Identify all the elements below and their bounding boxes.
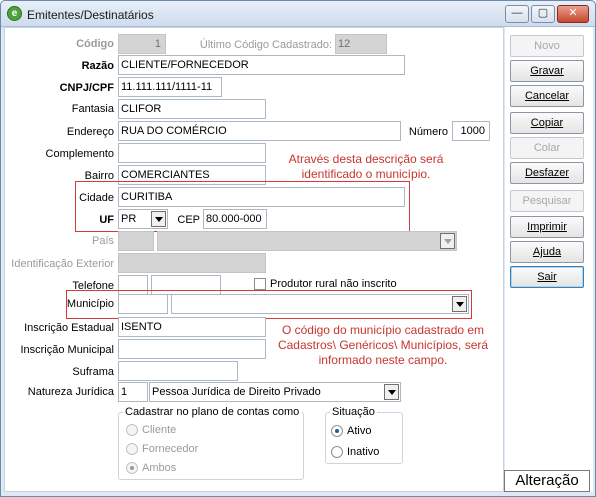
uf-value: PR xyxy=(121,213,137,225)
produtor-rural-label: Produtor rural não inscrito xyxy=(270,278,397,290)
plano-contas-title: Cadastrar no plano de contas como xyxy=(123,406,302,418)
window-title: Emitentes/Destinatários xyxy=(27,8,154,22)
ultimo-codigo-field: 12 xyxy=(335,34,387,54)
radio-ativo[interactable] xyxy=(331,425,343,437)
natureza-select[interactable]: Pessoa Jurídica de Direito Privado xyxy=(149,382,401,402)
app-logo-icon: e xyxy=(7,6,22,21)
municipio-select[interactable] xyxy=(171,294,469,314)
ajuda-button[interactable]: Ajuda xyxy=(510,241,584,263)
produtor-rural-checkbox[interactable] xyxy=(254,278,266,290)
cidade-label: Cidade xyxy=(79,192,114,204)
chevron-down-icon xyxy=(440,233,455,249)
complemento-label: Complemento xyxy=(45,148,114,160)
cep-input[interactable]: 80.000-000 xyxy=(203,209,267,229)
minimize-button[interactable]: — xyxy=(505,5,529,23)
sair-button[interactable]: Sair xyxy=(510,266,584,288)
cnpj-label: CNPJ/CPF xyxy=(59,82,114,94)
cidade-input[interactable]: CURITIBA xyxy=(118,187,405,207)
chevron-down-icon[interactable] xyxy=(452,296,467,312)
inscricao-estadual-label: Inscrição Estadual xyxy=(24,322,114,334)
colar-button[interactable]: Colar xyxy=(510,137,584,159)
pais-select xyxy=(157,231,457,251)
id-exterior-field xyxy=(118,253,266,273)
radio-fornecedor-label: Fornecedor xyxy=(142,443,199,455)
imprimir-button[interactable]: Imprimir xyxy=(510,216,584,238)
inscricao-municipal-input[interactable] xyxy=(118,339,266,359)
cidade-note-line2: identificado o município. xyxy=(301,167,431,181)
endereco-label: Endereço xyxy=(66,126,114,138)
cnpj-input[interactable]: 11.111.111/1111-11 xyxy=(118,77,222,97)
maximize-button[interactable]: ▢ xyxy=(531,5,555,23)
inscricao-estadual-input[interactable]: ISENTO xyxy=(118,317,266,337)
copiar-button[interactable]: Copiar xyxy=(510,112,584,134)
uf-select[interactable]: PR xyxy=(118,209,168,229)
pais-code-field xyxy=(118,231,154,251)
suframa-input[interactable] xyxy=(118,361,238,381)
chevron-down-icon[interactable] xyxy=(151,211,166,227)
natureza-code-input[interactable]: 1 xyxy=(118,382,148,402)
radio-inativo-label: Inativo xyxy=(347,446,380,458)
id-exterior-label: Identificação Exterior xyxy=(11,258,114,270)
cep-label: CEP xyxy=(177,214,200,226)
radio-ambos-label: Ambos xyxy=(142,462,177,474)
codigo-field: 1 xyxy=(118,34,166,54)
municipio-note-line3: informado neste campo. xyxy=(318,353,448,367)
pais-label: País xyxy=(91,235,114,247)
municipio-note-line1: O código do município cadastrado em xyxy=(281,323,485,337)
municipio-note: O código do município cadastrado em Cada… xyxy=(268,323,498,368)
uf-label: UF xyxy=(99,214,114,226)
radio-ambos xyxy=(126,462,138,474)
radio-inativo[interactable] xyxy=(331,446,343,458)
cancelar-button[interactable]: Cancelar xyxy=(510,85,584,107)
complemento-input[interactable] xyxy=(118,143,266,163)
endereco-input[interactable]: RUA DO COMÉRCIO xyxy=(118,121,401,141)
numero-input[interactable]: 1000 xyxy=(452,121,490,141)
radio-fornecedor xyxy=(126,443,138,455)
desfazer-button[interactable]: Desfazer xyxy=(510,162,584,184)
situacao-title: Situação xyxy=(330,406,377,418)
municipio-note-line2: Cadastros\ Genéricos\ Municípios, será xyxy=(277,338,489,352)
razao-label: Razão xyxy=(81,60,114,72)
suframa-label: Suframa xyxy=(72,366,114,378)
natureza-label: Natureza Jurídica xyxy=(27,386,114,398)
radio-ativo-label: Ativo xyxy=(347,425,372,437)
inscricao-municipal-label: Inscrição Municipal xyxy=(20,344,114,356)
ultimo-codigo-label: Último Código Cadastrado: xyxy=(199,39,332,51)
municipio-code-input[interactable] xyxy=(118,294,168,314)
razao-input[interactable]: CLIENTE/FORNECEDOR xyxy=(118,55,405,75)
natureza-value: Pessoa Jurídica de Direito Privado xyxy=(152,386,321,398)
pesquisar-button[interactable]: Pesquisar xyxy=(510,190,584,212)
fantasia-label: Fantasia xyxy=(71,103,114,115)
status-indicator: Alteração xyxy=(504,470,590,492)
chevron-down-icon[interactable] xyxy=(384,384,399,400)
municipio-label: Município xyxy=(66,298,114,310)
fantasia-input[interactable]: CLIFOR xyxy=(118,99,266,119)
radio-cliente xyxy=(126,424,138,436)
title-bar: e Emitentes/Destinatários — ▢ ✕ xyxy=(1,1,595,27)
radio-cliente-label: Cliente xyxy=(142,424,177,436)
cidade-note-line1: Através desta descrição será xyxy=(288,152,444,166)
novo-button[interactable]: Novo xyxy=(510,35,584,57)
numero-label: Número xyxy=(408,126,448,138)
gravar-button[interactable]: Gravar xyxy=(510,60,584,82)
close-button[interactable]: ✕ xyxy=(557,5,589,23)
codigo-label: Código xyxy=(76,38,114,50)
cidade-note: Através desta descrição será identificad… xyxy=(266,152,466,182)
